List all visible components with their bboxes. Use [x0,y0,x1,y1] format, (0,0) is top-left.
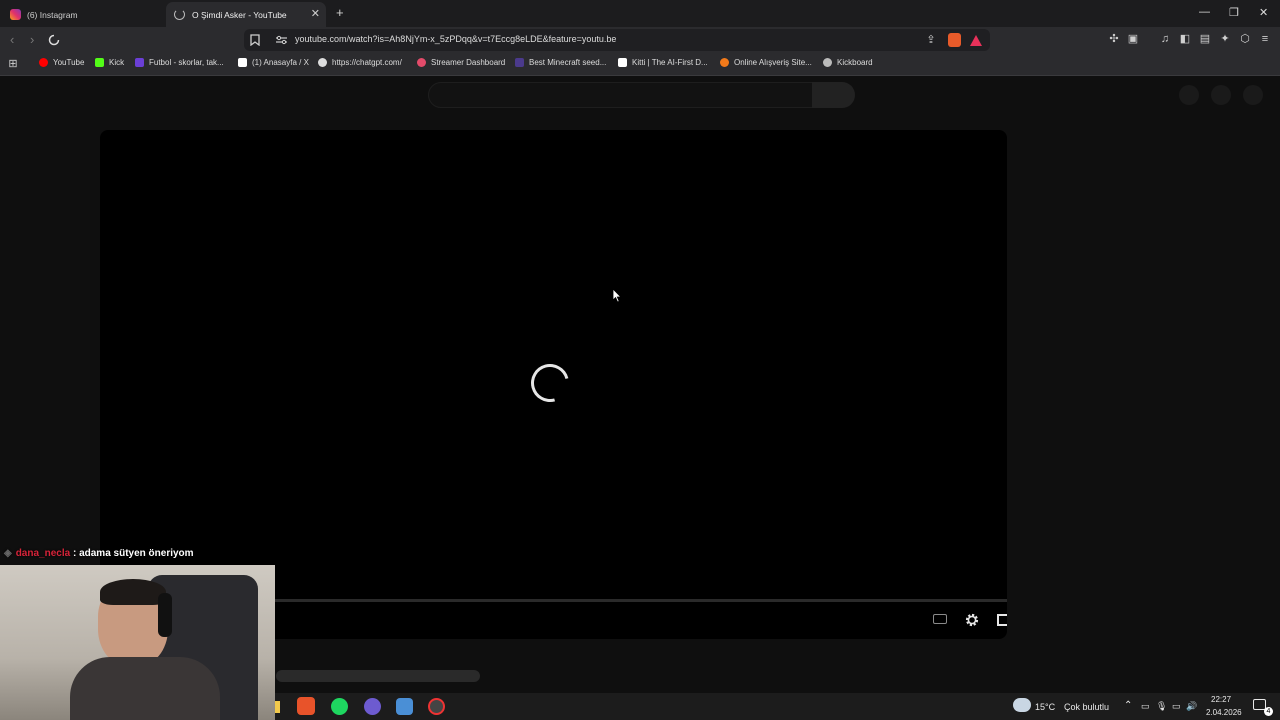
bookmark-kitti[interactable]: Kitti | The AI-First D... [618,58,708,67]
streamer-dashboard-icon [417,58,426,67]
captions-icon[interactable] [933,614,947,624]
toolbar: ‹ › youtube.com/watch?is=Ah8NjYm-x_5zPDq… [0,27,1280,53]
avatar-placeholder[interactable] [1243,85,1263,105]
file-explorer-icon[interactable] [275,701,280,713]
headset [158,593,172,637]
chatgpt-icon [318,58,327,67]
bookmark-x[interactable]: (1) Anasayfa / X [238,58,309,67]
streamer-hair [100,579,166,605]
back-button[interactable]: ‹ [10,32,14,47]
volume-icon[interactable]: 🔊 [1186,701,1197,712]
bookmark-kick[interactable]: Kick [95,58,124,67]
notification-count: 4 [1264,707,1273,716]
tab-instagram[interactable]: (6) Instagram [6,2,168,27]
bookmark-kickboard[interactable]: Kickboard [823,58,873,67]
video-player[interactable] [100,130,1007,639]
title-placeholder [276,670,480,682]
bookmark-minecraft[interactable]: Best Minecraft seed... [515,58,606,67]
wallet-icon[interactable]: ▣ [1127,33,1139,45]
url-text: youtube.com/watch?is=Ah8NjYm-x_5zPDqq&v=… [295,34,617,44]
chat-username: dana_necla [15,548,71,559]
site-settings-icon[interactable] [276,35,287,45]
crypto-wallet-icon[interactable]: ▤ [1199,33,1211,45]
kickboard-icon [823,58,832,67]
stop-loading-icon[interactable] [48,34,60,46]
header-icon-placeholder[interactable] [1179,85,1199,105]
meet-now-icon[interactable]: ▭ [1141,701,1150,712]
restore-button[interactable]: ❐ [1229,6,1239,19]
kitti-icon [618,58,627,67]
loading-spinner-icon [174,9,185,20]
tab-youtube[interactable]: O Şimdi Asker - YouTube ✕ [166,2,326,27]
minimize-button[interactable]: — [1199,6,1210,18]
brave-shields-icon[interactable] [948,33,961,47]
obs-icon[interactable] [428,698,445,715]
apps-grid-icon[interactable]: ⊞ [7,58,19,70]
microphone-icon[interactable]: 🎙 [1156,701,1167,712]
chevron-up-icon[interactable]: ⌃ [1124,700,1132,711]
tab-title: O Şimdi Asker - YouTube [192,9,287,20]
flashscore-icon [135,58,144,67]
youtube-icon [39,58,48,67]
leo-ai-icon[interactable]: ✦ [1219,33,1231,45]
search-input-placeholder[interactable] [428,82,813,108]
close-tab-icon[interactable]: ✕ [311,8,320,20]
clock-date[interactable]: 2.04.2026 [1206,708,1242,717]
taskbar: 15°C Çok bulutlu ⌃ ▭ 🎙 ▭ 🔊 22:27 2.04.20… [275,693,1280,720]
x-icon [238,58,247,67]
address-bar[interactable]: youtube.com/watch?is=Ah8NjYm-x_5zPDqq&v=… [244,29,990,51]
discord-icon[interactable] [364,698,381,715]
bookmark-futbol[interactable]: Futbol - skorlar, tak... [135,58,224,67]
weather-icon[interactable] [1013,698,1031,712]
weather-temp[interactable]: 15°C [1035,702,1055,712]
chat-overlay-message: ◈ dana_necla : adama sütyen öneriyom [4,548,194,559]
shopping-icon [720,58,729,67]
tab-strip: (6) Instagram O Şimdi Asker - YouTube ✕ … [0,0,1280,27]
clock-time[interactable]: 22:27 [1211,695,1231,704]
menu-icon[interactable]: ≡ [1259,33,1271,45]
network-icon[interactable]: ▭ [1172,701,1181,712]
search-button-placeholder[interactable] [812,82,855,108]
webcam-overlay [0,565,275,720]
bookmark-icon[interactable] [250,34,260,46]
kick-icon [95,58,104,67]
mouse-cursor-icon [612,288,622,303]
loading-spinner-icon [524,357,576,409]
chat-badge-icon: ◈ [4,548,12,559]
tab-title: (6) Instagram [27,9,78,20]
app-icon[interactable] [396,698,413,715]
theater-mode-icon[interactable] [997,614,1007,626]
settings-gear-icon[interactable] [964,612,980,628]
minecraft-seed-icon [515,58,524,67]
header-icon-placeholder[interactable] [1211,85,1231,105]
extensions-icon[interactable]: ✣ [1108,33,1120,45]
close-window-button[interactable]: ✕ [1259,6,1268,19]
spotify-icon[interactable] [331,698,348,715]
forward-button[interactable]: › [30,32,34,47]
share-icon[interactable]: ⇪ [925,34,937,46]
streamer-body [70,657,220,720]
bookmarks-bar: ⊞ YouTube Kick Futbol - skorlar, tak... … [0,53,1280,76]
brave-browser-icon[interactable] [297,697,315,715]
instagram-icon [10,9,21,20]
media-controls-icon[interactable]: ♫ [1159,33,1171,45]
vpn-icon[interactable]: ⬡ [1239,33,1251,45]
chat-text: : adama sütyen öneriyom [70,548,194,559]
bookmark-chatgpt[interactable]: https://chatgpt.com/ [318,58,402,67]
brave-rewards-icon[interactable] [970,35,982,46]
sidebar-icon[interactable]: ◧ [1179,33,1191,45]
bookmark-streamer-dashboard[interactable]: Streamer Dashboard [417,58,505,67]
weather-desc[interactable]: Çok bulutlu [1064,702,1109,712]
new-tab-button[interactable]: + [336,5,344,20]
bookmark-youtube[interactable]: YouTube [39,58,84,67]
bookmark-shopping[interactable]: Online Alışveriş Site... [720,58,812,67]
